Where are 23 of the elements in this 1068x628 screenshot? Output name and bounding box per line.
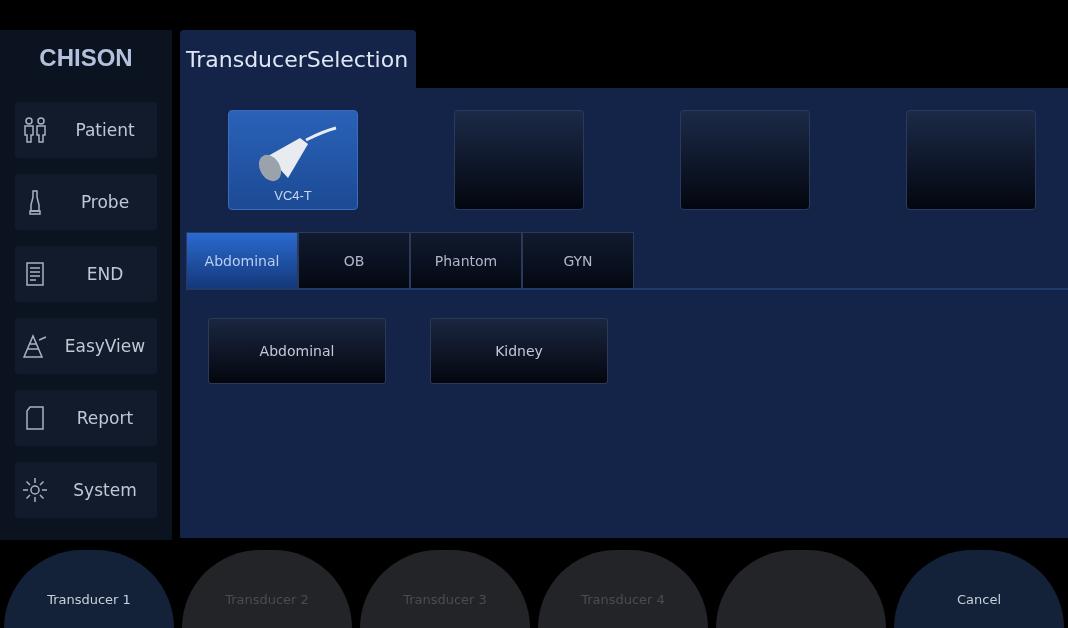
settings-icon [21,476,49,504]
transducer-slot[interactable] [906,110,1036,210]
exam-tab[interactable]: Phantom [410,232,522,288]
exam-tab[interactable]: Abdominal [186,232,298,288]
transducer-slot[interactable] [454,110,584,210]
panel-title: TransducerSelection [180,30,417,88]
preset-button[interactable]: Abdominal [208,318,386,384]
people-icon [21,116,49,144]
sidebar-button[interactable]: EasyView [15,318,157,374]
exam-tab[interactable]: GYN [522,232,634,288]
preset-button[interactable]: Kidney [430,318,608,384]
sidebar-button[interactable]: END [15,246,157,302]
transducer-slot[interactable]: VC4-T [228,110,358,210]
logo: CHISON [39,43,133,73]
soft-key[interactable]: Cancel [894,550,1064,628]
soft-key[interactable]: Transducer 1 [4,550,174,628]
sidebar-button[interactable]: System [15,462,157,518]
transducer-slot[interactable] [680,110,810,210]
sidebar-button[interactable]: Report [15,390,157,446]
pyramid-icon [21,332,49,360]
exam-tab[interactable]: OB [298,232,410,288]
sidebar-button[interactable]: Patient [15,102,157,158]
sidebar-button[interactable]: Probe [15,174,157,230]
